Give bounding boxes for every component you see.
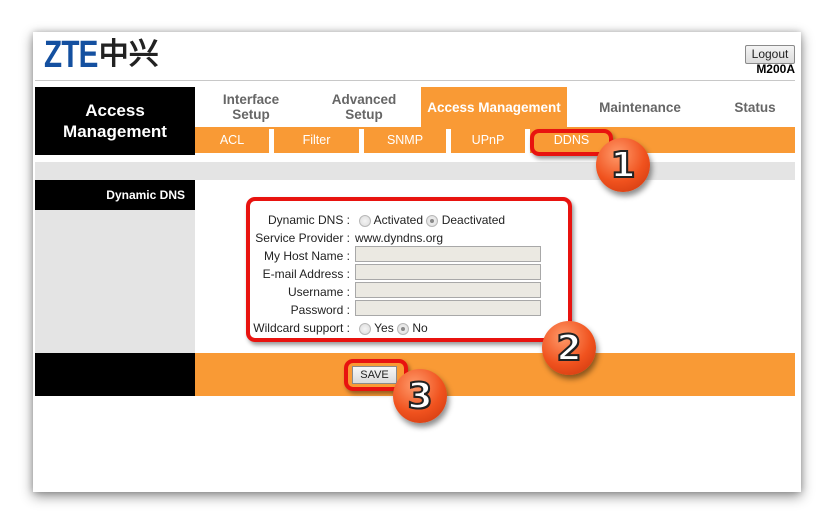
subtab-snmp[interactable]: SNMP	[364, 127, 446, 153]
tab-maintenance[interactable]: Maintenance	[580, 87, 700, 127]
zte-logo: ZTE 中兴	[44, 34, 159, 76]
highlight-form	[246, 197, 572, 342]
tab-label: Advanced Setup	[331, 92, 397, 122]
save-bar	[195, 353, 795, 396]
header-divider	[35, 80, 795, 81]
left-column	[35, 210, 195, 353]
tab-label: Maintenance	[599, 99, 681, 115]
subtab-upnp[interactable]: UPnP	[451, 127, 525, 153]
tab-label: Status	[734, 99, 776, 115]
step-badge-1: 1	[596, 138, 650, 192]
logo-latin: ZTE	[44, 34, 98, 76]
tab-label: Interface Setup	[222, 92, 280, 122]
spacer-bar	[35, 162, 795, 180]
save-bar-left	[35, 353, 195, 396]
nav-section-title: Access Management	[35, 87, 195, 155]
nav-section-title-text: Access Management	[63, 101, 167, 141]
step-badge-3: 3	[393, 369, 447, 423]
step-badge-2: 2	[542, 321, 596, 375]
tab-access-management[interactable]: Access Management	[421, 87, 567, 127]
section-title: Dynamic DNS	[35, 180, 195, 210]
tab-advanced-setup[interactable]: Advanced Setup	[315, 87, 413, 127]
logo-chinese: 中兴	[98, 37, 159, 72]
model-name: M200A	[756, 62, 795, 76]
subtab-acl[interactable]: ACL	[195, 127, 269, 153]
tab-label: Access Management	[427, 99, 561, 115]
tab-status[interactable]: Status	[715, 87, 795, 127]
subtab-filter[interactable]: Filter	[274, 127, 359, 153]
tab-interface-setup[interactable]: Interface Setup	[205, 87, 297, 127]
